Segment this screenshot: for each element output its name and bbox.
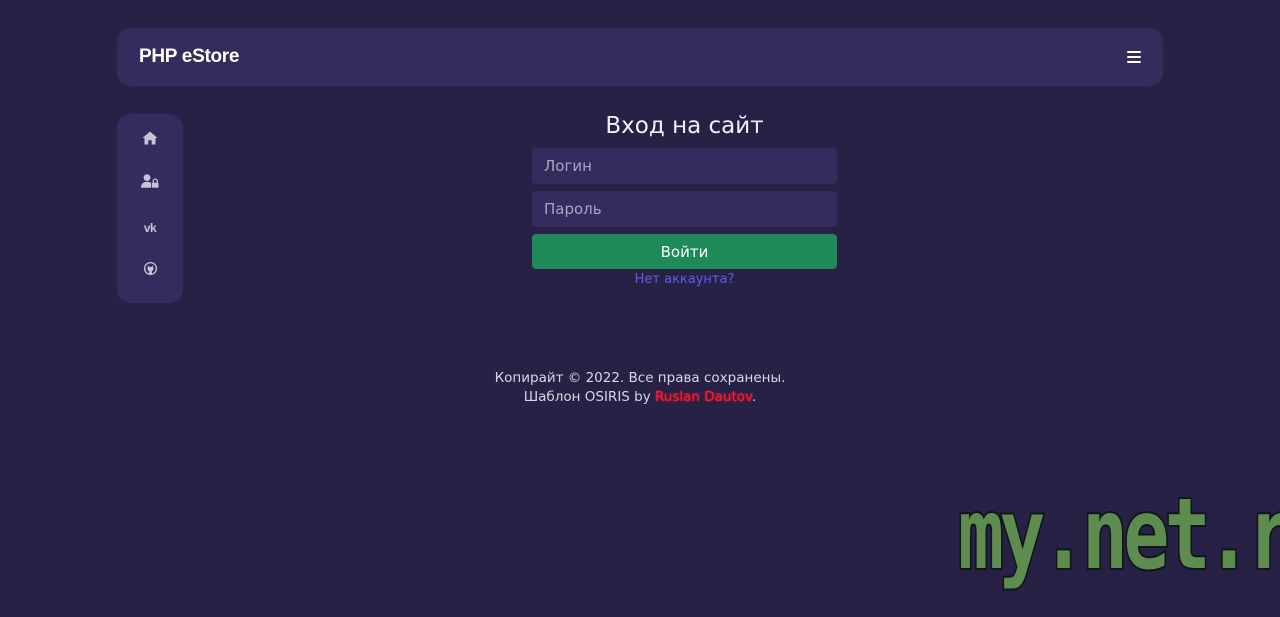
sidebar-item-account[interactable] <box>130 173 170 216</box>
sidebar: vk <box>117 114 183 303</box>
hamburger-icon[interactable] <box>1127 51 1141 63</box>
user-lock-icon <box>141 174 159 189</box>
login-input[interactable] <box>532 148 837 184</box>
login-form: Вход на сайт Войти Нет аккаунта? <box>532 110 837 287</box>
page-title: Вход на сайт <box>605 113 764 139</box>
sidebar-item-github[interactable] <box>130 260 170 303</box>
copyright-text: Копирайт © 2022. Все права сохранены. <box>494 370 786 386</box>
top-navbar: PHP eStore <box>117 28 1163 86</box>
template-credit-prefix: Шаблон OSIRIS by <box>523 389 651 405</box>
vk-icon: vk <box>143 220 157 235</box>
footer: Копирайт © 2022. Все права сохранены. Ша… <box>0 369 1280 407</box>
sidebar-item-home[interactable] <box>130 130 170 173</box>
template-credit-suffix: . <box>751 389 757 405</box>
password-input[interactable] <box>532 191 837 227</box>
watermark-logo: my.net.ru <box>956 478 1280 592</box>
signup-link[interactable]: Нет аккаунта? <box>635 272 735 287</box>
brand-logo[interactable]: PHP eStore <box>139 46 239 68</box>
template-credit: Шаблон OSIRIS by Ruslan Dautov. <box>0 388 1280 407</box>
sidebar-item-vk[interactable]: vk <box>130 217 170 260</box>
author-link[interactable]: Ruslan Dautov <box>655 389 752 405</box>
github-icon <box>143 261 157 275</box>
home-icon <box>142 131 158 145</box>
login-button[interactable]: Войти <box>532 234 837 269</box>
